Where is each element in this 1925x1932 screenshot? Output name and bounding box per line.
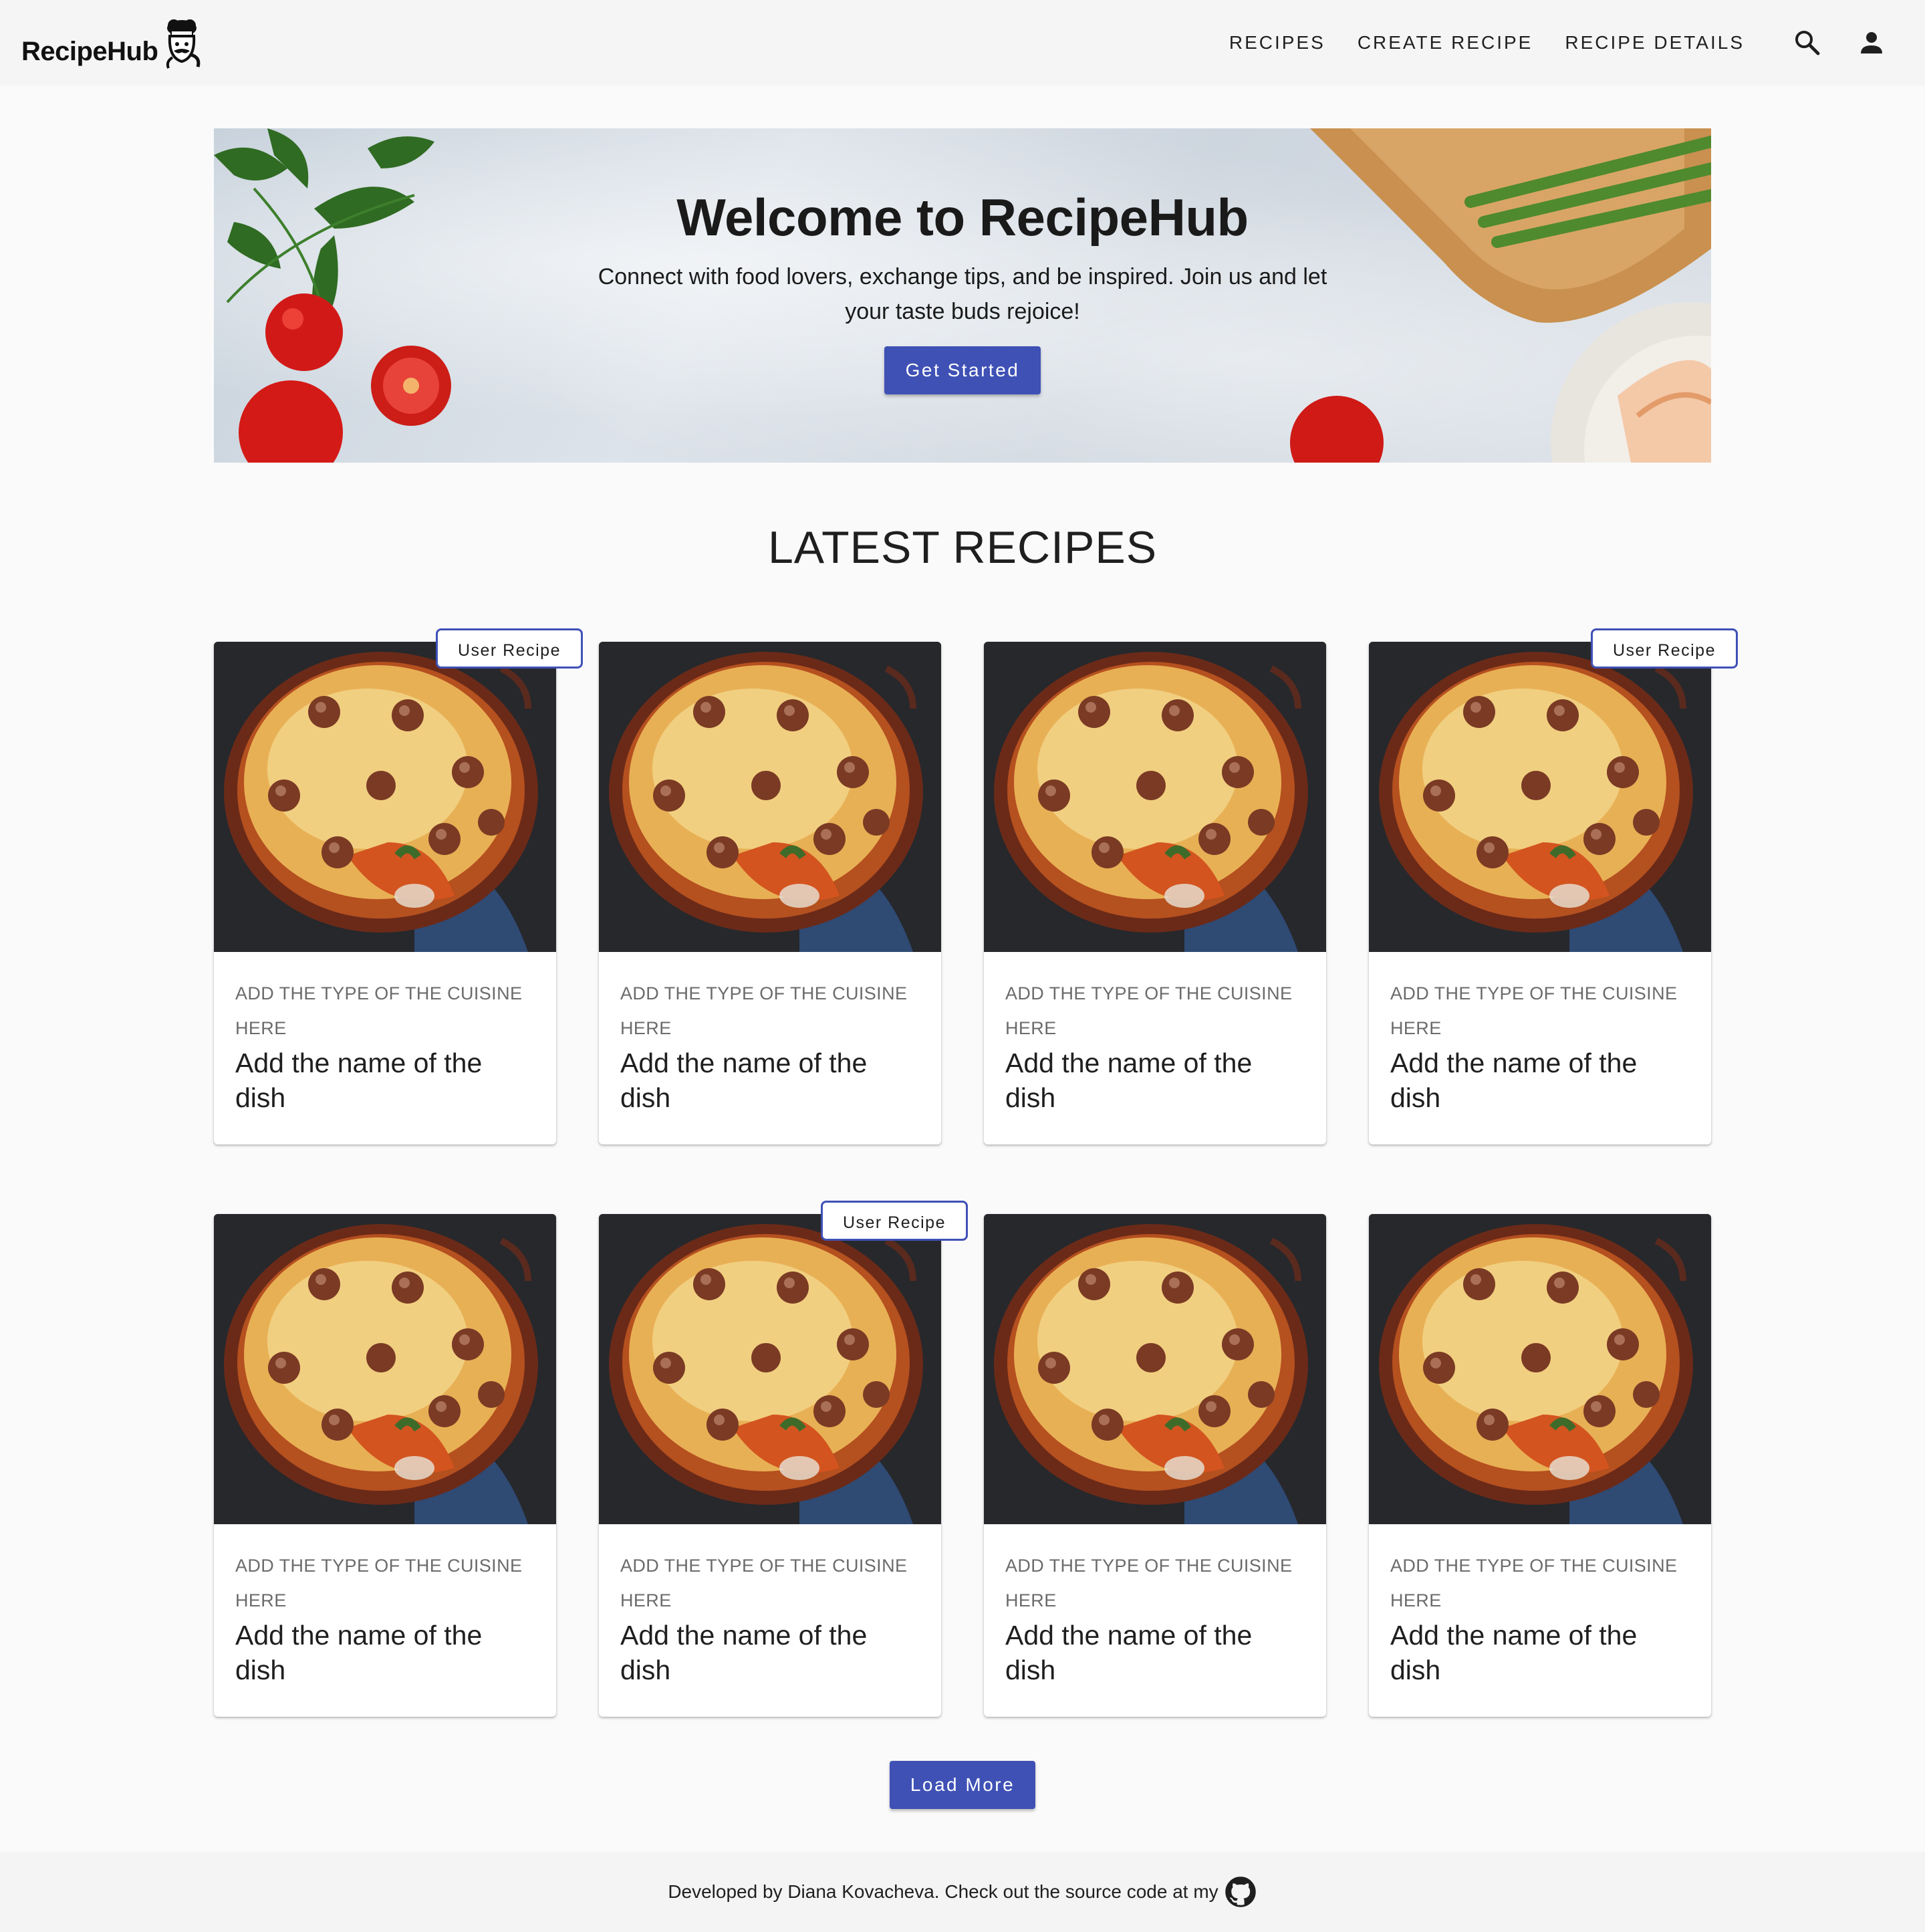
- recipe-image: [599, 642, 941, 952]
- recipe-image: [599, 1214, 941, 1524]
- recipe-card[interactable]: ADD THE TYPE OF THE CUISINE HERE Add the …: [214, 1214, 556, 1717]
- recipe-dish-name: Add the name of the dish: [1390, 1620, 1638, 1685]
- brand-name: RecipeHub: [21, 36, 158, 66]
- recipe-card[interactable]: ADD THE TYPE OF THE CUISINE HERE Add the …: [1369, 628, 1738, 1144]
- recipe-image-wrapper: [214, 642, 556, 952]
- recipe-image: [984, 1214, 1326, 1524]
- recipe-cuisine-type: ADD THE TYPE OF THE CUISINE HERE: [620, 1556, 908, 1610]
- recipe-image: [214, 1214, 556, 1524]
- footer-text: Developed by Diana Kovacheva. Check out …: [668, 1881, 1218, 1902]
- recipe-dish-name: Add the name of the dish: [620, 1620, 868, 1685]
- recipe-cuisine-type: ADD THE TYPE OF THE CUISINE HERE: [235, 983, 523, 1038]
- search-icon: [1795, 31, 1820, 55]
- recipe-card[interactable]: ADD THE TYPE OF THE CUISINE HERE Add the …: [984, 642, 1326, 1144]
- nav-recipes[interactable]: RECIPES: [1229, 27, 1325, 59]
- recipe-cuisine-type: ADD THE TYPE OF THE CUISINE HERE: [1390, 1556, 1678, 1610]
- latest-recipes-title: LATEST RECIPES: [767, 522, 1158, 573]
- recipe-image-wrapper: [1369, 1214, 1711, 1524]
- recipe-image-wrapper: [599, 1214, 941, 1524]
- recipe-image-wrapper: [984, 1214, 1326, 1524]
- account-icon: [1861, 32, 1882, 53]
- recipe-card[interactable]: ADD THE TYPE OF THE CUISINE HERE Add the …: [599, 642, 941, 1144]
- hero-title: Welcome to RecipeHub: [676, 188, 1249, 247]
- recipe-dish-name: Add the name of the dish: [1005, 1048, 1253, 1113]
- account-button[interactable]: [1855, 27, 1888, 59]
- search-button[interactable]: [1791, 27, 1823, 59]
- github-icon: [1225, 1877, 1256, 1907]
- recipe-card[interactable]: ADD THE TYPE OF THE CUISINE HERE Add the …: [984, 1214, 1326, 1717]
- recipe-image-wrapper: [984, 642, 1326, 952]
- recipe-card[interactable]: ADD THE TYPE OF THE CUISINE HERE Add the …: [214, 628, 583, 1144]
- recipe-dish-name: Add the name of the dish: [235, 1048, 483, 1113]
- github-link[interactable]: [1224, 1875, 1257, 1909]
- recipe-image-wrapper: [214, 1214, 556, 1524]
- recipe-dish-name: Add the name of the dish: [235, 1620, 483, 1685]
- nav-recipe-details[interactable]: RECIPE DETAILS: [1565, 27, 1745, 59]
- main-nav: RECIPES CREATE RECIPE RECIPE DETAILS: [1229, 27, 1745, 59]
- recipe-image-wrapper: [599, 642, 941, 952]
- hero-content: Welcome to RecipeHub Connect with food l…: [214, 128, 1711, 463]
- app-bar: RecipeHub RECIPES CREATE RECIPE RECIPE D…: [0, 0, 1925, 86]
- recipe-cuisine-type: ADD THE TYPE OF THE CUISINE HERE: [620, 983, 908, 1038]
- hero-subtitle: Connect with food lovers, exchange tips,…: [598, 264, 1327, 324]
- brand-logo-link[interactable]: RecipeHub: [21, 17, 206, 71]
- recipe-image: [214, 642, 556, 952]
- recipe-cuisine-type: ADD THE TYPE OF THE CUISINE HERE: [1390, 983, 1678, 1038]
- nav-create-recipe[interactable]: CREATE RECIPE: [1358, 27, 1533, 59]
- recipe-dish-name: Add the name of the dish: [620, 1048, 868, 1113]
- recipe-card[interactable]: ADD THE TYPE OF THE CUISINE HERE Add the …: [1369, 1214, 1711, 1717]
- chef-logo-icon: [166, 19, 201, 69]
- recipe-cuisine-type: ADD THE TYPE OF THE CUISINE HERE: [235, 1556, 523, 1610]
- recipe-image: [984, 642, 1326, 952]
- recipe-image: [1369, 642, 1711, 952]
- recipe-cuisine-type: ADD THE TYPE OF THE CUISINE HERE: [1005, 983, 1293, 1038]
- get-started-button[interactable]: Get Started: [884, 346, 1041, 394]
- recipe-dish-name: Add the name of the dish: [1005, 1620, 1253, 1685]
- recipe-dish-name: Add the name of the dish: [1390, 1048, 1638, 1113]
- user-recipe-badge: User Recipe: [435, 628, 583, 669]
- recipe-cuisine-type: ADD THE TYPE OF THE CUISINE HERE: [1005, 1556, 1293, 1610]
- hero-banner: Welcome to RecipeHub Connect with food l…: [214, 128, 1711, 463]
- recipe-image: [1369, 1214, 1711, 1524]
- recipe-card[interactable]: ADD THE TYPE OF THE CUISINE HERE Add the …: [599, 1201, 968, 1717]
- footer: Developed by Diana Kovacheva. Check out …: [0, 1852, 1925, 1932]
- user-recipe-badge: User Recipe: [820, 1201, 968, 1241]
- user-recipe-badge: User Recipe: [1590, 628, 1738, 669]
- load-more-button[interactable]: Load More: [890, 1761, 1035, 1809]
- recipe-image-wrapper: [1369, 642, 1711, 952]
